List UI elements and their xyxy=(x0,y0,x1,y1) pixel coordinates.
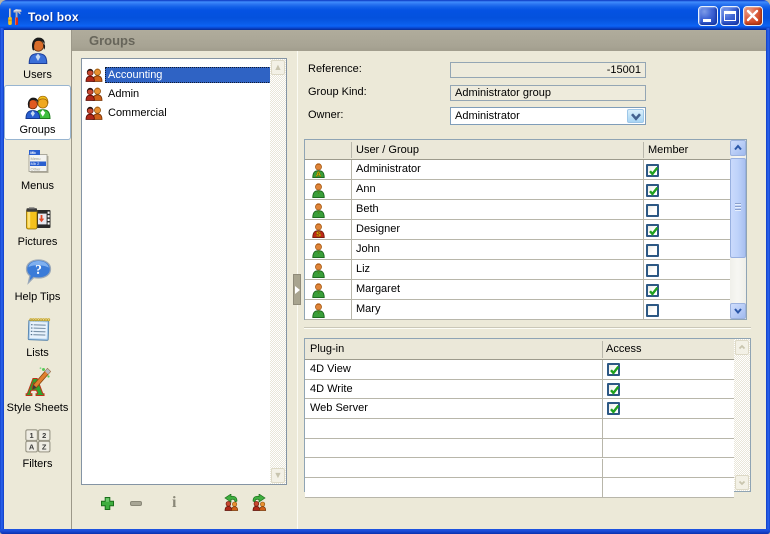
svg-text:A: A xyxy=(316,170,322,178)
svg-text:Z: Z xyxy=(42,442,47,451)
svg-text:A: A xyxy=(29,442,35,451)
svg-text:Mb: Mb xyxy=(30,151,36,155)
svg-text:Mb 2: Mb 2 xyxy=(31,161,41,166)
svg-text:1: 1 xyxy=(30,431,34,440)
svg-text:Other: Other xyxy=(31,167,42,172)
svg-text:?: ? xyxy=(35,262,42,277)
svg-text:2: 2 xyxy=(42,431,46,440)
svg-text:S: S xyxy=(316,230,321,238)
